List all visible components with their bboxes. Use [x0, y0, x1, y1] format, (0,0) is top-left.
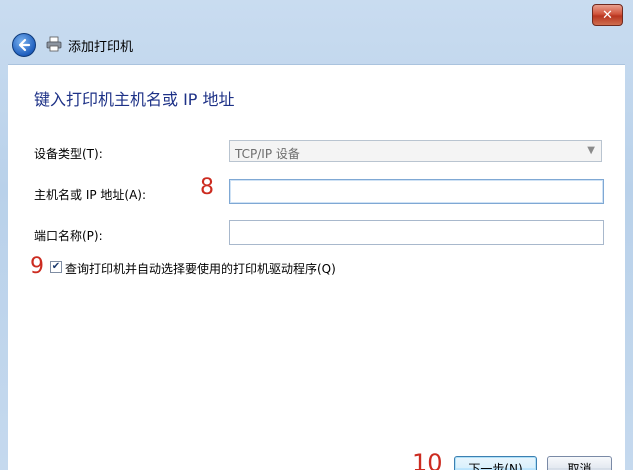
step-8-marker: 8: [200, 175, 214, 200]
page-heading: 键入打印机主机名或 IP 地址: [34, 90, 235, 109]
chevron-down-icon: ▼: [587, 145, 595, 156]
checkmark-icon: ✔: [51, 261, 61, 272]
next-button[interactable]: 下一步(N): [454, 456, 537, 470]
step-10-marker: 10: [412, 449, 443, 470]
close-icon: ✕: [602, 7, 613, 23]
query-printer-checkbox[interactable]: ✔: [50, 261, 62, 273]
hostname-label: 主机名或 IP 地址(A):: [34, 188, 147, 202]
printer-icon: [46, 36, 62, 52]
cancel-button[interactable]: 取消: [547, 456, 612, 470]
close-button[interactable]: ✕: [592, 4, 623, 26]
port-name-label: 端口名称(P):: [34, 229, 103, 243]
wizard-content: 键入打印机主机名或 IP 地址 设备类型(T): TCP/IP 设备 ▼ 主机名…: [8, 64, 625, 470]
device-type-label: 设备类型(T):: [34, 147, 103, 161]
port-name-input[interactable]: [229, 220, 604, 245]
cancel-button-label: 取消: [567, 461, 592, 470]
add-printer-window: ✕ 添加打印机 键入打印机主机名或 IP 地址 设备类型(T): TCP/IP …: [0, 0, 633, 470]
window-title: 添加打印机: [68, 40, 134, 55]
device-type-select[interactable]: TCP/IP 设备 ▼: [229, 140, 602, 162]
device-type-value: TCP/IP 设备: [235, 147, 300, 161]
query-printer-label: 查询打印机并自动选择要使用的打印机驱动程序(Q): [65, 262, 336, 276]
next-button-label: 下一步(N): [468, 461, 523, 470]
hostname-input[interactable]: [229, 179, 604, 204]
step-9-marker: 9: [30, 254, 44, 279]
back-button[interactable]: [12, 33, 36, 57]
back-arrow-icon: [18, 38, 31, 52]
